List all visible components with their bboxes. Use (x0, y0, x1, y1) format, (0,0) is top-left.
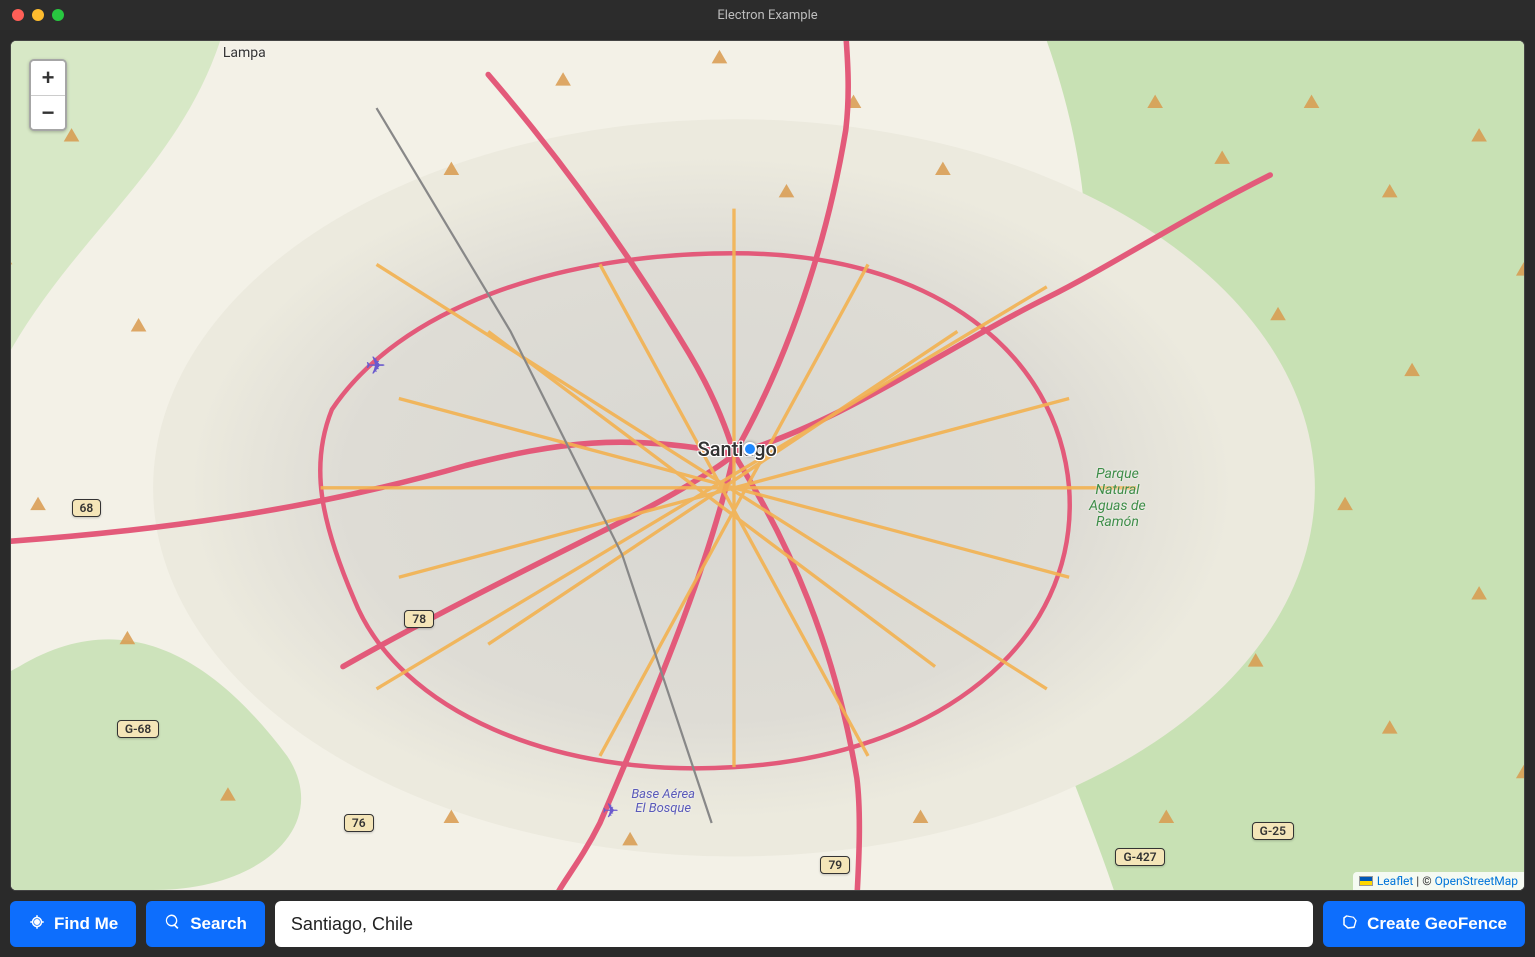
window-minimize-button[interactable] (32, 9, 44, 21)
search-input[interactable] (275, 901, 1313, 947)
search-label: Search (190, 914, 247, 934)
window-maximize-button[interactable] (52, 9, 64, 21)
map-attribution: Leaflet | © OpenStreetMap (1353, 872, 1524, 890)
search-button[interactable]: Search (146, 901, 265, 947)
bottom-toolbar: Find Me Search Create GeoFence (10, 901, 1525, 947)
search-icon (164, 913, 182, 936)
polygon-icon (1341, 913, 1359, 936)
create-geofence-button[interactable]: Create GeoFence (1323, 901, 1525, 947)
attribution-separator: | © (1413, 874, 1434, 888)
window-title: Electron Example (0, 8, 1535, 23)
osm-link[interactable]: OpenStreetMap (1435, 874, 1518, 888)
window-titlebar: Electron Example (0, 0, 1535, 30)
zoom-out-button[interactable]: − (31, 95, 65, 129)
ukraine-flag-icon (1359, 876, 1373, 886)
zoom-control: + − (29, 59, 67, 131)
map-tiles: ✈ ✈ (11, 41, 1524, 890)
svg-text:✈: ✈ (602, 798, 619, 822)
find-me-button[interactable]: Find Me (10, 901, 136, 947)
leaflet-link[interactable]: Leaflet (1377, 874, 1413, 888)
crosshair-icon (28, 913, 46, 936)
map-canvas[interactable]: ✈ ✈ Santiago Parque Natural Aguas de Ram… (10, 40, 1525, 891)
find-me-label: Find Me (54, 914, 118, 934)
window-close-button[interactable] (12, 9, 24, 21)
zoom-in-button[interactable]: + (31, 61, 65, 95)
create-geofence-label: Create GeoFence (1367, 914, 1507, 934)
svg-text:✈: ✈ (365, 351, 386, 380)
app-content: ✈ ✈ Santiago Parque Natural Aguas de Ram… (0, 30, 1535, 957)
window-controls (0, 9, 64, 21)
